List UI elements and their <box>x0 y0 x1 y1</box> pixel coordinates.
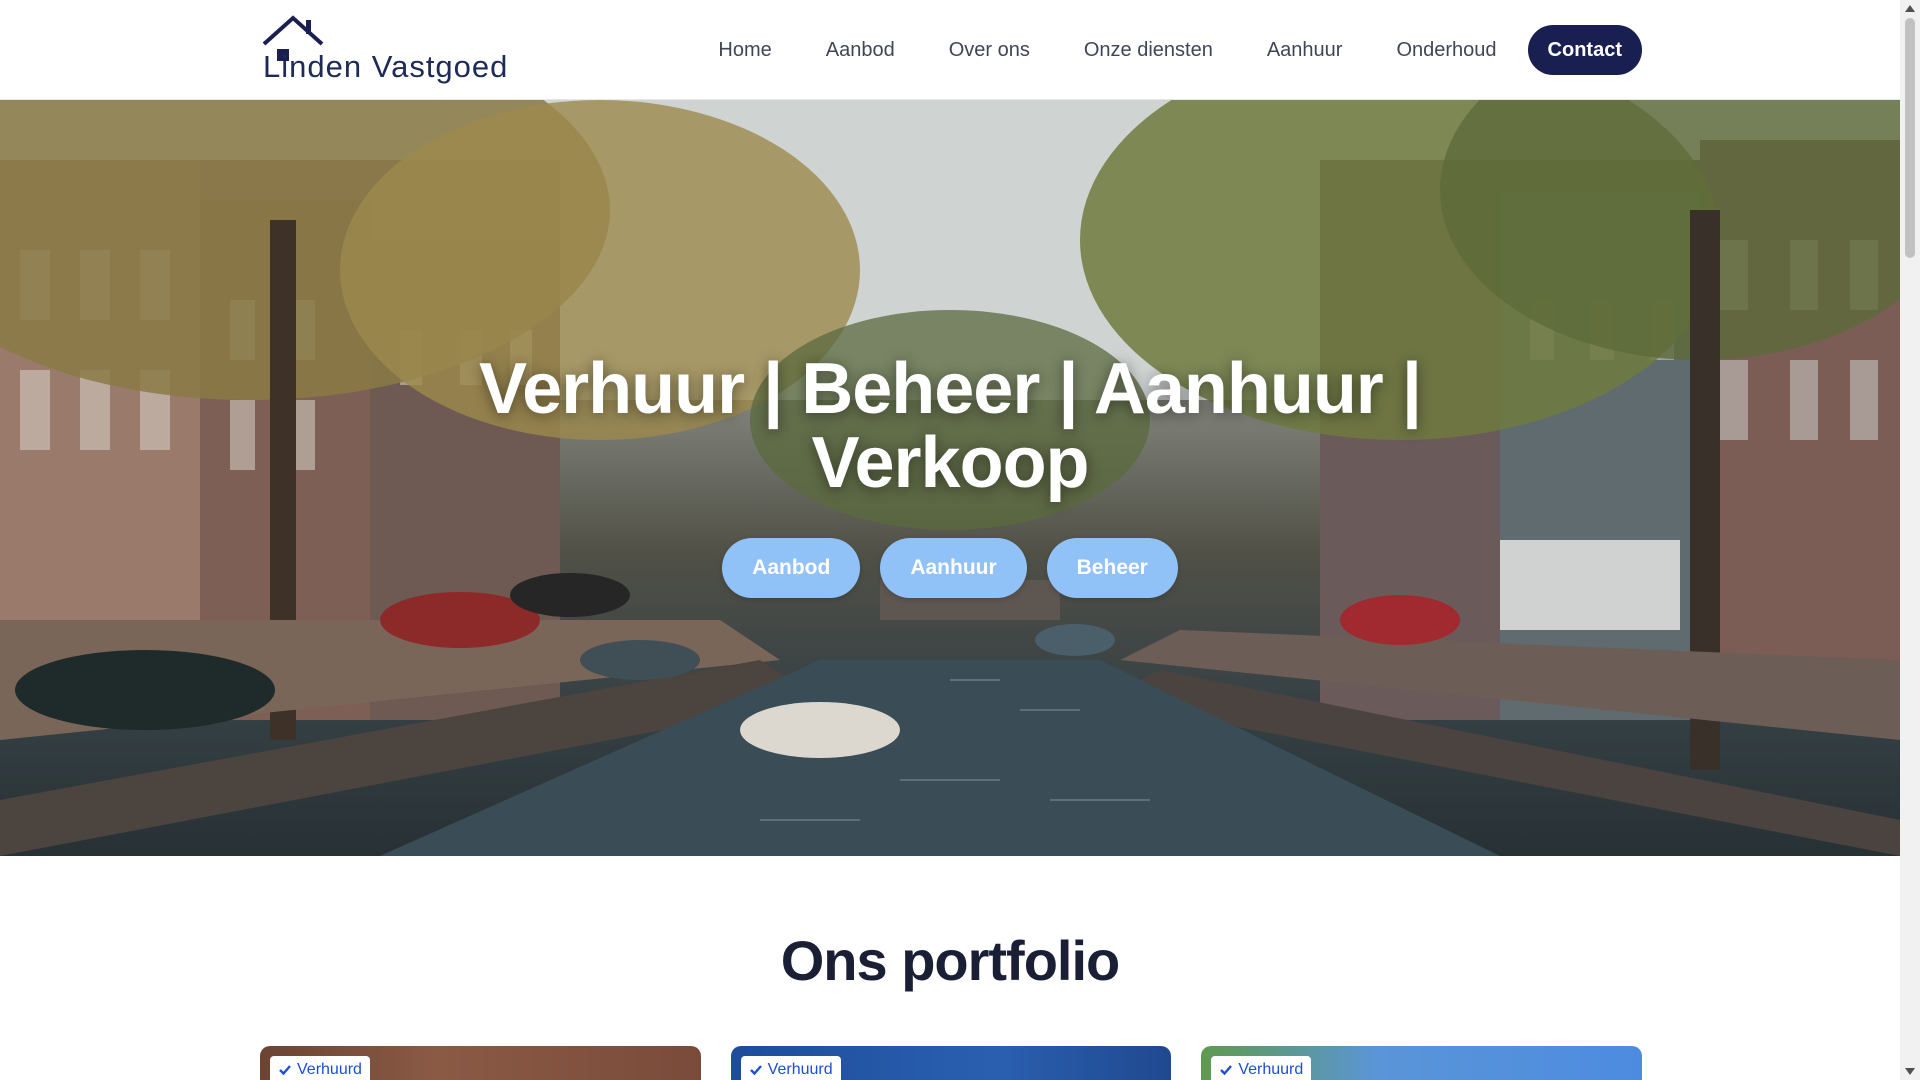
nav-aanhuur[interactable]: Aanhuur <box>1240 39 1370 62</box>
hero-title: Verhuur | Beheer | Aanhuur | Verkoop <box>479 349 1422 503</box>
contact-button[interactable]: Contact <box>1527 25 1642 75</box>
status-badge: Verhuurd <box>270 1056 370 1080</box>
nav-home[interactable]: Home <box>691 39 798 62</box>
site-logo[interactable]: Linden Vastgoed <box>260 14 507 84</box>
check-icon <box>279 1065 291 1076</box>
nav-onze-diensten[interactable]: Onze diensten <box>1057 39 1240 62</box>
status-badge-label: Verhuurd <box>1238 1061 1304 1078</box>
scroll-up-arrow-icon[interactable] <box>1905 5 1915 12</box>
portfolio-title: Ons portfolio <box>780 929 1121 992</box>
logo-text: Linden Vastgoed <box>263 49 509 84</box>
scroll-down-arrow-icon[interactable] <box>1905 1068 1915 1075</box>
hero-button-aanhuur[interactable]: Aanhuur <box>880 538 1027 598</box>
hero-section: Verhuur | Beheer | Aanhuur | Verkoop Aan… <box>0 100 1900 856</box>
hero-button-aanbod[interactable]: Aanbod <box>722 538 861 598</box>
nav-over-ons[interactable]: Over ons <box>922 39 1057 62</box>
status-badge-label: Verhuurd <box>297 1061 362 1078</box>
scroll-thumb[interactable] <box>1905 18 1915 258</box>
main-nav: Home Aanbod Over ons Onze diensten Aanhu… <box>691 25 1642 75</box>
hero-buttons: Aanbod Aanhuur Beheer <box>0 538 1900 598</box>
portfolio-card[interactable]: Verhuurd <box>730 1046 1172 1080</box>
site-header: Linden Vastgoed Home Aanbod Over ons Onz… <box>0 0 1900 100</box>
check-icon <box>749 1065 762 1076</box>
hero-button-beheer[interactable]: Beheer <box>1046 538 1178 598</box>
nav-onderhoud[interactable]: Onderhoud <box>1369 39 1523 62</box>
page-scrollbar[interactable] <box>1900 0 1920 1080</box>
status-badge-label: Verhuurd <box>767 1061 833 1078</box>
portfolio-card[interactable]: Verhuurd <box>260 1046 701 1080</box>
status-badge: Verhuurd <box>1211 1056 1312 1080</box>
portfolio-cards: Verhuurd Verhuurd Verhuurd <box>260 1046 1643 1080</box>
portfolio-card[interactable]: Verhuurd <box>1201 1046 1643 1080</box>
check-icon <box>1220 1065 1233 1076</box>
nav-aanbod[interactable]: Aanbod <box>799 39 922 62</box>
status-badge: Verhuurd <box>740 1056 841 1080</box>
